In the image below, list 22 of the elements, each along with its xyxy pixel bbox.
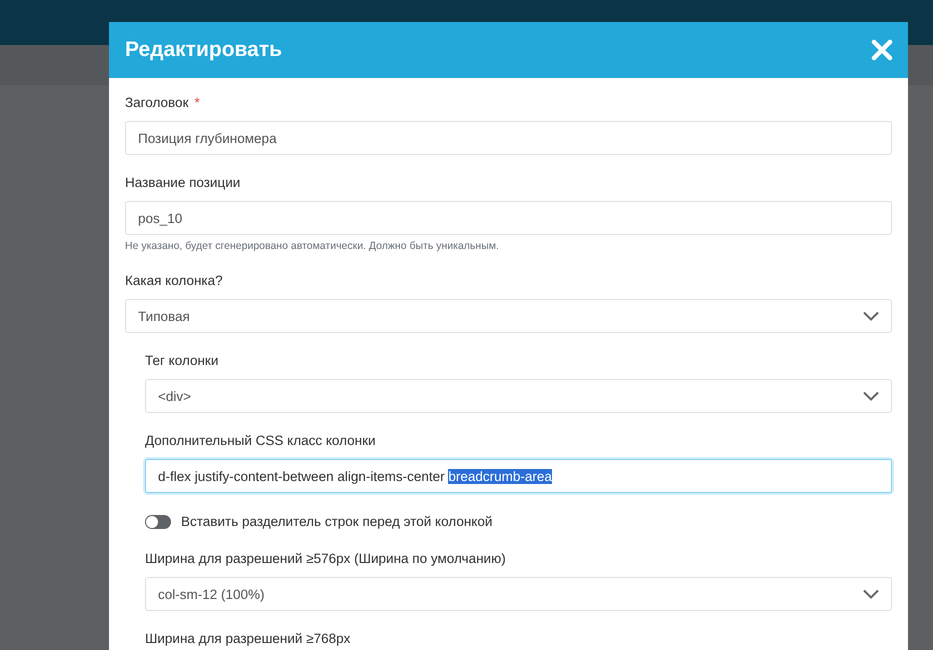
chevron-down-icon: [863, 589, 879, 599]
field-label: Ширина для разрешений ≥576px (Ширина по умолчанию): [145, 551, 506, 566]
chevron-down-icon: [863, 311, 879, 321]
input-field[interactable]: Позиция глубиномера: [125, 121, 892, 155]
field-label: Дополнительный CSS класс колонки: [145, 433, 376, 448]
field-label: Тег колонки: [145, 353, 218, 368]
field-label: Какая колонка?: [125, 273, 223, 288]
chevron-down-icon: [863, 391, 879, 401]
toggle-label: Вставить разделитель строк перед этой колонкой: [181, 513, 492, 531]
field-hint: Не указано, будет сгенерировано автоматически. Должно быть уникальным.: [125, 240, 500, 253]
select-field[interactable]: Типовая: [125, 299, 892, 333]
field-label: Ширина для разрешений ≥768px: [145, 631, 350, 646]
field-label: Заголовок: [125, 95, 188, 110]
select-field[interactable]: <div>: [145, 379, 892, 413]
modal-title: Редактировать: [125, 38, 282, 62]
field-label: Название позиции: [125, 175, 240, 190]
required-mark: *: [194, 95, 200, 110]
close-icon[interactable]: [871, 39, 893, 61]
select-field[interactable]: col-sm-12 (100%): [145, 577, 892, 611]
input-field[interactable]: pos_10: [125, 201, 892, 235]
toggle-switch[interactable]: [145, 515, 171, 529]
input-field[interactable]: d-flex justify-content-between align-items-center breadcrumb-area: [145, 459, 892, 493]
